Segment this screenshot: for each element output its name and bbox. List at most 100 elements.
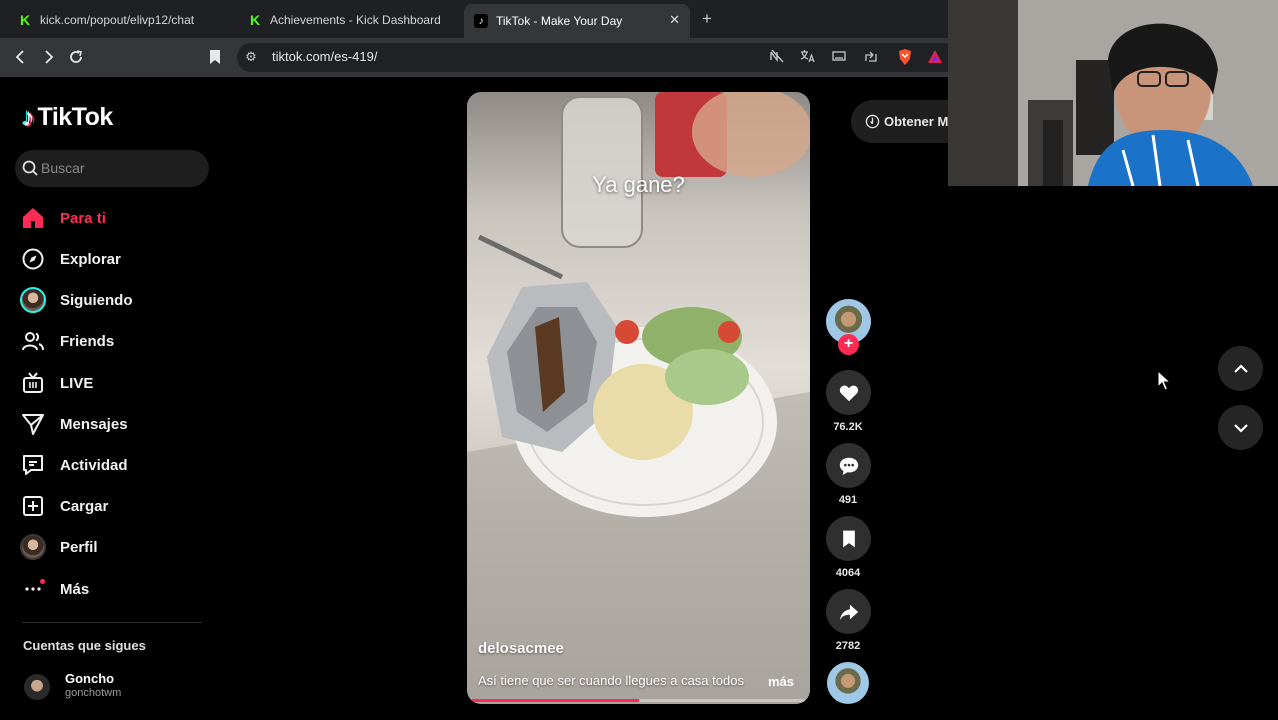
notification-dot <box>40 579 45 584</box>
nav-label: Más <box>60 580 90 598</box>
save-button[interactable] <box>826 516 871 561</box>
forward-button[interactable] <box>38 47 58 67</box>
share-button[interactable] <box>826 589 871 634</box>
share-count: 2782 <box>835 640 861 652</box>
tab-title: TikTok - Make Your Day <box>496 14 623 28</box>
tiktok-note-icon: ♪ <box>22 102 35 132</box>
nav-para-ti[interactable]: Para ti <box>20 201 210 235</box>
following-avatar-icon <box>20 287 46 313</box>
url-text[interactable]: tiktok.com/es-419/ <box>272 49 378 64</box>
like-count: 76.2K <box>833 421 863 433</box>
nav-friends[interactable]: Friends <box>20 324 210 358</box>
app-download-icon <box>865 114 880 129</box>
reload-button[interactable] <box>66 47 86 67</box>
search-placeholder: Buscar <box>41 160 85 176</box>
nav-label: Mensajes <box>60 415 128 433</box>
tiktok-icon: ♪ <box>474 14 488 28</box>
kick-icon: K <box>18 11 32 28</box>
like-button[interactable] <box>826 370 871 415</box>
nav-label: Cargar <box>60 497 109 515</box>
nav-cargar[interactable]: Cargar <box>20 489 210 523</box>
browser-tab-bar: K kick.com/popout/elivp12/chat K Achieve… <box>0 0 948 38</box>
account-handle: gonchotwm <box>65 687 122 699</box>
nav-label: Friends <box>60 332 115 350</box>
comment-icon <box>839 457 858 475</box>
live-tv-icon <box>20 370 46 396</box>
follow-button[interactable]: + <box>838 334 859 355</box>
brave-shield-icon[interactable] <box>896 48 914 66</box>
forward-arrow-icon <box>45 50 54 64</box>
nav-mas[interactable]: Más <box>20 572 210 606</box>
cast-icon[interactable] <box>830 48 848 66</box>
nav-label: Siguiendo <box>60 291 133 309</box>
friends-icon <box>20 328 46 354</box>
nav-label: Para ti <box>60 209 106 227</box>
video-author[interactable]: delosacmee <box>478 640 564 657</box>
bookmark-icon <box>210 50 220 64</box>
translate-icon[interactable] <box>798 48 816 66</box>
chevron-up-icon <box>1233 363 1248 373</box>
upload-icon <box>20 493 46 519</box>
search-input[interactable]: Buscar <box>15 150 209 187</box>
back-button[interactable] <box>11 47 31 67</box>
nav-explorar[interactable]: Explorar <box>20 242 210 276</box>
video-progress-bar[interactable] <box>472 699 805 702</box>
account-name: Goncho <box>65 671 115 686</box>
save-count: 4064 <box>835 567 861 579</box>
video-overlay-text: Ya gane? <box>592 172 685 197</box>
mouse-cursor-icon <box>1157 370 1171 391</box>
tab-title: Achievements - Kick Dashboard <box>270 12 441 27</box>
nav-actividad[interactable]: Actividad <box>20 448 210 482</box>
activity-icon <box>20 452 46 478</box>
video-progress-fill <box>472 699 639 702</box>
tab-title: kick.com/popout/elivp12/chat <box>40 12 195 27</box>
kick-icon: K <box>248 11 262 28</box>
browser-tab-kick-dashboard[interactable]: K Achievements - Kick Dashboard <box>238 5 462 34</box>
sidebar-divider <box>22 622 202 623</box>
bookmark-button[interactable] <box>205 47 225 67</box>
bookmark-icon <box>842 530 855 547</box>
webcam-image <box>948 0 1278 186</box>
compass-icon <box>20 246 46 272</box>
nav-live[interactable]: LIVE <box>20 366 210 400</box>
video-caption: Así tiene que ser cuando llegues a casa … <box>478 673 744 688</box>
share-page-icon[interactable] <box>862 48 880 66</box>
home-icon <box>20 205 46 231</box>
nav-label: Actividad <box>60 456 128 474</box>
browser-tab-tiktok[interactable]: ♪ TikTok - Make Your Day ✕ <box>464 4 690 38</box>
share-arrow-icon <box>839 604 858 620</box>
nav-mensajes[interactable]: Mensajes <box>20 407 210 441</box>
nav-label: Perfil <box>60 538 98 556</box>
new-tab-button[interactable]: + <box>702 9 712 29</box>
nav-perfil[interactable]: Perfil <box>20 530 210 564</box>
close-tab-icon[interactable]: ✕ <box>669 12 680 28</box>
heart-icon <box>839 385 858 401</box>
reload-icon <box>70 50 82 63</box>
nav-label: LIVE <box>60 374 94 392</box>
next-video-button[interactable] <box>1218 405 1263 450</box>
previous-video-button[interactable] <box>1218 346 1263 391</box>
browser-tab-kick-chat[interactable]: K kick.com/popout/elivp12/chat <box>8 5 236 34</box>
brave-rewards-icon[interactable] <box>926 48 944 66</box>
music-disc[interactable] <box>827 662 869 704</box>
search-icon <box>22 160 38 176</box>
nav-label: Explorar <box>60 250 121 268</box>
no-read-aloud-icon[interactable] <box>768 48 786 66</box>
comment-button[interactable] <box>826 443 871 488</box>
tiktok-logo[interactable]: ♪ TikTok <box>22 102 113 133</box>
logo-text: TikTok <box>37 103 114 131</box>
account-avatar <box>24 674 50 700</box>
webcam-overlay <box>948 0 1278 186</box>
caption-more-button[interactable]: más <box>768 674 794 689</box>
back-arrow-icon <box>15 50 24 64</box>
video-player[interactable]: Ya gane? delosacmee Así tiene que ser cu… <box>467 92 810 704</box>
messages-icon <box>20 411 46 437</box>
profile-avatar-icon <box>20 534 46 560</box>
comment-count: 491 <box>838 494 858 506</box>
more-icon <box>20 576 46 602</box>
nav-siguiendo[interactable]: Siguiendo <box>20 283 210 317</box>
chevron-down-icon <box>1233 423 1248 433</box>
get-app-label: Obtener M <box>884 114 949 129</box>
following-section-title: Cuentas que sigues <box>23 638 146 653</box>
site-settings-icon[interactable]: ⚙ <box>242 48 260 66</box>
